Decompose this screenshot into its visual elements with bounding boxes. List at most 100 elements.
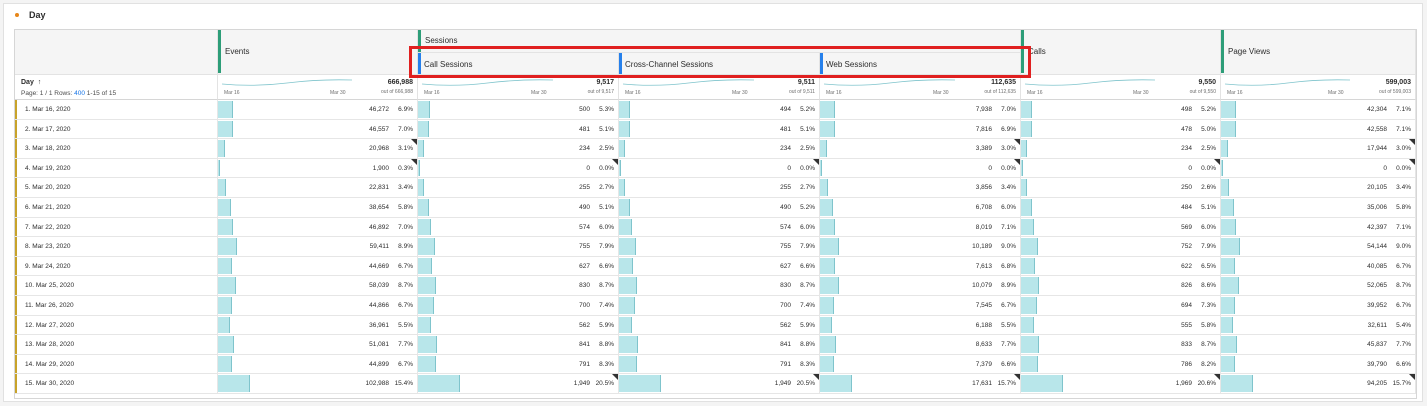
anomaly-flag-icon[interactable]: [1409, 139, 1415, 146]
anomaly-flag-icon[interactable]: [612, 374, 618, 381]
metric-cell-cross-channel-sessions[interactable]: 755 7.9%: [619, 237, 820, 256]
metric-cell-page-views[interactable]: 39,790 6.6%: [1221, 354, 1416, 374]
table-row[interactable]: 1. Mar 16, 2020 46,272 6.9% 500 5.3% 494 5.2% 7…: [15, 100, 1416, 120]
metric-cell-calls[interactable]: 555 5.8%: [1021, 315, 1221, 335]
metric-cell-calls[interactable]: 752 7.9%: [1021, 237, 1221, 256]
anomaly-flag-icon[interactable]: [612, 158, 618, 165]
metric-cell-web-sessions[interactable]: 6,188 5.5%: [820, 315, 1021, 335]
metric-cell-cross-channel-sessions[interactable]: 562 5.9%: [619, 315, 820, 335]
row-label-cell[interactable]: 11. Mar 26, 2020: [15, 296, 218, 315]
anomaly-flag-icon[interactable]: [1014, 158, 1020, 165]
metric-cell-web-sessions[interactable]: 7,545 6.7%: [820, 296, 1021, 315]
metric-cell-call-sessions[interactable]: 574 6.0%: [418, 217, 619, 237]
table-row[interactable]: 8. Mar 23, 2020 59,411 8.9% 755 7.9% 755 7.9% 1…: [15, 237, 1416, 257]
column-header-call-sessions[interactable]: Call Sessions: [418, 52, 619, 74]
metric-cell-page-views[interactable]: 0 0.0%: [1221, 158, 1416, 178]
anomaly-flag-icon[interactable]: [411, 158, 417, 165]
row-label-cell[interactable]: 12. Mar 27, 2020: [15, 315, 218, 335]
metric-cell-page-views[interactable]: 54,144 9.0%: [1221, 237, 1416, 256]
row-label-cell[interactable]: 3. Mar 18, 2020: [15, 139, 218, 158]
metric-cell-page-views[interactable]: 42,397 7.1%: [1221, 217, 1416, 237]
rows-per-page-link[interactable]: 400: [74, 90, 85, 97]
anomaly-flag-icon[interactable]: [813, 374, 819, 381]
metric-cell-web-sessions[interactable]: 7,379 6.6%: [820, 354, 1021, 374]
row-label-cell[interactable]: 13. Mar 28, 2020: [15, 335, 218, 354]
metric-cell-page-views[interactable]: 42,558 7.1%: [1221, 119, 1416, 139]
column-header-web-sessions[interactable]: Web Sessions: [820, 52, 1021, 74]
anomaly-flag-icon[interactable]: [813, 158, 819, 165]
metric-cell-cross-channel-sessions[interactable]: 255 2.7%: [619, 178, 820, 197]
table-row[interactable]: 2. Mar 17, 2020 46,557 7.0% 481 5.1% 481 5.1% 7…: [15, 119, 1416, 140]
metric-cell-call-sessions[interactable]: 830 8.7%: [418, 276, 619, 295]
metric-cell-cross-channel-sessions[interactable]: 791 8.3%: [619, 354, 820, 374]
metric-cell-cross-channel-sessions[interactable]: 830 8.7%: [619, 276, 820, 295]
metric-cell-page-views[interactable]: 32,611 5.4%: [1221, 315, 1416, 335]
metric-cell-call-sessions[interactable]: 481 5.1%: [418, 119, 619, 139]
metric-cell-web-sessions[interactable]: 10,079 8.9%: [820, 276, 1021, 295]
metric-cell-web-sessions[interactable]: 17,631 15.7%: [820, 374, 1021, 393]
metric-cell-web-sessions[interactable]: 7,938 7.0%: [820, 100, 1021, 119]
metric-cell-web-sessions[interactable]: 3,389 3.0%: [820, 139, 1021, 158]
metric-cell-page-views[interactable]: 39,952 6.7%: [1221, 296, 1416, 315]
row-label-cell[interactable]: 15. Mar 30, 2020: [15, 374, 218, 393]
metric-cell-page-views[interactable]: 20,105 3.4%: [1221, 178, 1416, 197]
metric-cell-events[interactable]: 38,654 5.8%: [218, 198, 418, 217]
panel-header[interactable]: Day: [15, 10, 46, 20]
metric-cell-page-views[interactable]: 42,304 7.1%: [1221, 100, 1416, 119]
table-row[interactable]: 9. Mar 24, 2020 44,669 6.7% 627 6.6% 627 6.6% 7…: [15, 256, 1416, 277]
metric-cell-calls[interactable]: 0 0.0%: [1021, 158, 1221, 178]
column-header-events[interactable]: Events: [218, 30, 418, 75]
metric-cell-web-sessions[interactable]: 8,019 7.1%: [820, 217, 1021, 237]
metric-cell-events[interactable]: 102,988 15.4%: [218, 374, 418, 393]
metric-cell-page-views[interactable]: 45,837 7.7%: [1221, 335, 1416, 354]
anomaly-flag-icon[interactable]: [1014, 374, 1020, 381]
metric-cell-calls[interactable]: 484 5.1%: [1021, 198, 1221, 217]
metric-cell-web-sessions[interactable]: 0 0.0%: [820, 158, 1021, 178]
row-label-cell[interactable]: 1. Mar 16, 2020: [15, 100, 218, 119]
metric-cell-web-sessions[interactable]: 7,613 6.8%: [820, 256, 1021, 276]
metric-cell-call-sessions[interactable]: 627 6.6%: [418, 256, 619, 276]
metric-cell-call-sessions[interactable]: 500 5.3%: [418, 100, 619, 119]
table-row[interactable]: 15. Mar 30, 2020 102,988 15.4% 1,949 20.5% 1,…: [15, 374, 1416, 394]
column-header-page-views[interactable]: Page Views: [1221, 30, 1416, 75]
metric-cell-events[interactable]: 44,669 6.7%: [218, 256, 418, 276]
metric-cell-events[interactable]: 46,272 6.9%: [218, 100, 418, 119]
table-row[interactable]: 10. Mar 25, 2020 58,039 8.7% 830 8.7% 830 8.7%…: [15, 276, 1416, 296]
metric-cell-call-sessions[interactable]: 755 7.9%: [418, 237, 619, 256]
anomaly-flag-icon[interactable]: [1214, 158, 1220, 165]
table-row[interactable]: 12. Mar 27, 2020 36,961 5.5% 562 5.9% 562 5.9%…: [15, 315, 1416, 336]
row-label-cell[interactable]: 2. Mar 17, 2020: [15, 119, 218, 139]
metric-cell-events[interactable]: 1,900 0.3%: [218, 158, 418, 178]
metric-cell-call-sessions[interactable]: 562 5.9%: [418, 315, 619, 335]
metric-cell-events[interactable]: 44,866 6.7%: [218, 296, 418, 315]
metric-cell-call-sessions[interactable]: 791 8.3%: [418, 354, 619, 374]
metric-cell-cross-channel-sessions[interactable]: 627 6.6%: [619, 256, 820, 276]
table-row[interactable]: 13. Mar 28, 2020 51,081 7.7% 841 8.8% 841 8.8%…: [15, 335, 1416, 355]
metric-cell-call-sessions[interactable]: 1,949 20.5%: [418, 374, 619, 393]
metric-cell-events[interactable]: 46,892 7.0%: [218, 217, 418, 237]
metric-cell-events[interactable]: 22,831 3.4%: [218, 178, 418, 197]
metric-cell-calls[interactable]: 1,969 20.6%: [1021, 374, 1221, 393]
table-row[interactable]: 4. Mar 19, 2020 1,900 0.3% 0 0.0% 0 0.0% 0 0.0% 0…: [15, 158, 1416, 179]
metric-cell-cross-channel-sessions[interactable]: 490 5.2%: [619, 198, 820, 217]
metric-cell-events[interactable]: 58,039 8.7%: [218, 276, 418, 295]
metric-cell-calls[interactable]: 498 5.2%: [1021, 100, 1221, 119]
metric-cell-cross-channel-sessions[interactable]: 494 5.2%: [619, 100, 820, 119]
metric-cell-web-sessions[interactable]: 10,189 9.0%: [820, 237, 1021, 256]
anomaly-flag-icon[interactable]: [1014, 139, 1020, 146]
row-label-cell[interactable]: 6. Mar 21, 2020: [15, 198, 218, 217]
metric-cell-cross-channel-sessions[interactable]: 1,949 20.5%: [619, 374, 820, 393]
row-label-cell[interactable]: 9. Mar 24, 2020: [15, 256, 218, 276]
row-label-cell[interactable]: 8. Mar 23, 2020: [15, 237, 218, 256]
row-label-cell[interactable]: 10. Mar 25, 2020: [15, 276, 218, 295]
metric-cell-calls[interactable]: 694 7.3%: [1021, 296, 1221, 315]
column-header-cross-channel-sessions[interactable]: Cross-Channel Sessions: [619, 52, 820, 74]
metric-cell-calls[interactable]: 234 2.5%: [1021, 139, 1221, 158]
row-label-cell[interactable]: 14. Mar 29, 2020: [15, 354, 218, 374]
metric-cell-events[interactable]: 51,081 7.7%: [218, 335, 418, 354]
table-row[interactable]: 5. Mar 20, 2020 22,831 3.4% 255 2.7% 255 2.7% 3…: [15, 178, 1416, 198]
metric-cell-cross-channel-sessions[interactable]: 700 7.4%: [619, 296, 820, 315]
metric-cell-cross-channel-sessions[interactable]: 234 2.5%: [619, 139, 820, 158]
metric-cell-cross-channel-sessions[interactable]: 841 8.8%: [619, 335, 820, 354]
table-row[interactable]: 11. Mar 26, 2020 44,866 6.7% 700 7.4% 700 7.4%…: [15, 296, 1416, 316]
